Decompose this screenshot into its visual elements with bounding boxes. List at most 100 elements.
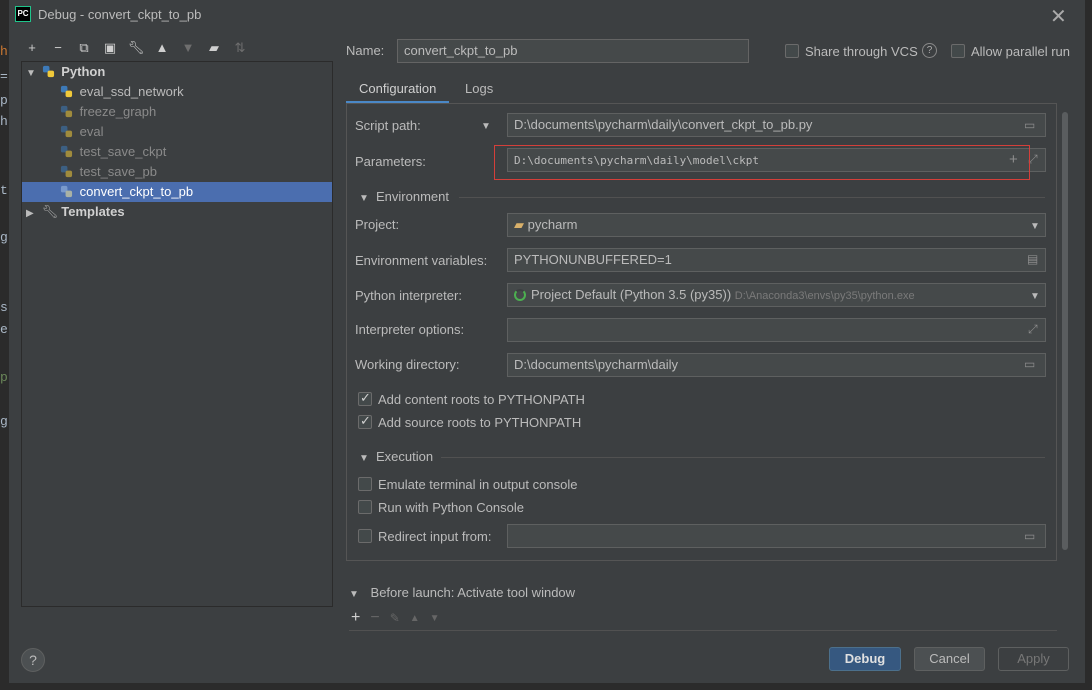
project-select[interactable]: ▰ pycharm: [507, 213, 1046, 237]
debug-button[interactable]: Debug: [829, 647, 901, 671]
tree-item-test-save-pb[interactable]: test_save_pb: [22, 162, 332, 182]
window-title: Debug - convert_ckpt_to_pb: [38, 7, 202, 22]
before-launch-section: ▼ Before launch: Activate tool window: [349, 585, 575, 600]
execution-collapse-icon[interactable]: ▼: [359, 453, 369, 464]
browse-folder-icon[interactable]: ▭: [1024, 118, 1035, 132]
redirect-input-field[interactable]: [507, 524, 1046, 548]
allow-parallel-label: Allow parallel run: [971, 44, 1070, 59]
editor-background-bottom: [0, 683, 1092, 690]
interpreter-path: D:\Anaconda3\envs\py35\python.exe: [734, 290, 915, 302]
python-console-checkbox[interactable]: [358, 500, 372, 514]
vertical-scrollbar[interactable]: [1062, 112, 1068, 550]
remove-icon[interactable]: −: [370, 609, 379, 627]
working-dir-value: D:\documents\pycharm\daily: [514, 357, 679, 372]
share-vcs-checkbox[interactable]: [785, 44, 799, 58]
tree-item-label: convert_ckpt_to_pb: [79, 184, 194, 199]
apply-button[interactable]: Apply: [998, 647, 1069, 671]
tree-item-eval[interactable]: eval: [22, 122, 332, 142]
move-up-icon[interactable]: ▲: [410, 613, 420, 624]
cancel-button[interactable]: Cancel: [914, 647, 985, 671]
configurations-tree: ▼ Python eval_ssd_network freeze_graph e…: [21, 61, 333, 607]
editor-background-left: h = p h t g s e p g: [0, 0, 9, 690]
browse-folder-icon[interactable]: ▭: [1024, 529, 1035, 543]
content-roots-label: Add content roots to PYTHONPATH: [378, 392, 585, 407]
tree-item-label: eval_ssd_network: [79, 84, 184, 99]
expand-field-icon[interactable]: ⤢: [1028, 322, 1038, 337]
tree-item-label: eval: [79, 124, 104, 139]
tree-item-test-save-ckpt[interactable]: test_save_ckpt: [22, 142, 332, 162]
env-vars-value: PYTHONUNBUFFERED=1: [514, 252, 672, 267]
interp-options-field[interactable]: [507, 318, 1046, 342]
remove-icon[interactable]: −: [49, 39, 67, 57]
parameters-label: Parameters:: [355, 154, 426, 169]
help-button[interactable]: ?: [21, 648, 45, 672]
wrench-icon[interactable]: 🔧︎: [127, 39, 145, 57]
tree-item-freeze-graph[interactable]: freeze_graph: [22, 102, 332, 122]
env-vars-label: Environment variables:: [355, 253, 488, 268]
folder-icon[interactable]: ▰: [205, 39, 223, 57]
emulate-terminal-checkbox[interactable]: [358, 477, 372, 491]
python-icon: [60, 165, 73, 178]
tree-node-label: Python: [61, 64, 106, 79]
script-path-dropdown-icon[interactable]: ▼: [481, 121, 491, 132]
help-icon[interactable]: ?: [922, 43, 937, 58]
pycharm-logo-icon: PC: [15, 6, 31, 22]
working-dir-field[interactable]: D:\documents\pycharm\daily: [507, 353, 1046, 377]
script-path-label: Script path:: [355, 118, 421, 133]
content-roots-checkbox[interactable]: [358, 390, 372, 406]
run-debug-configurations-dialog: PC Debug - convert_ckpt_to_pb ✕ + − ⧉ ▣ …: [9, 0, 1085, 683]
chevron-down-icon[interactable]: ▼: [1030, 221, 1040, 232]
before-launch-divider: [349, 630, 1057, 631]
annotation-highlight-box: [494, 145, 1030, 180]
python-icon: [42, 65, 54, 78]
interpreter-select[interactable]: Project Default (Python 3.5 (py35)) D:\A…: [507, 283, 1046, 307]
source-roots-label: Add source roots to PYTHONPATH: [378, 415, 582, 430]
tab-configuration[interactable]: Configuration: [346, 76, 450, 104]
before-launch-collapse-icon[interactable]: ▼: [349, 589, 359, 600]
project-value: pycharm: [527, 217, 578, 232]
share-vcs-label: Share through VCS: [805, 44, 918, 59]
project-folder-icon: ▰: [514, 217, 524, 232]
tree-node-python[interactable]: ▼ Python: [22, 62, 332, 82]
environment-section-title: Environment: [376, 189, 449, 204]
move-down-icon[interactable]: ▼: [430, 613, 440, 624]
loading-spinner-icon: [514, 289, 526, 301]
edit-list-icon[interactable]: ▤: [1027, 252, 1038, 266]
python-icon: [60, 185, 73, 198]
browse-folder-icon[interactable]: ▭: [1024, 357, 1035, 371]
save-icon[interactable]: ▣: [101, 39, 119, 57]
expand-arrow-icon[interactable]: ▼: [26, 64, 38, 84]
python-icon: [60, 85, 73, 98]
add-icon[interactable]: +: [351, 609, 360, 627]
wrench-icon: 🔧︎: [41, 204, 59, 219]
collapse-arrow-icon[interactable]: ▶: [26, 204, 38, 224]
sort-icon[interactable]: ⇅: [231, 39, 249, 57]
python-console-label: Run with Python Console: [378, 500, 524, 515]
move-down-icon[interactable]: ▼: [179, 39, 197, 57]
python-icon: [60, 145, 73, 158]
copy-icon[interactable]: ⧉: [75, 39, 93, 57]
name-input[interactable]: convert_ckpt_to_pb: [397, 39, 749, 63]
section-divider: [441, 457, 1045, 458]
allow-parallel-checkbox[interactable]: [951, 44, 965, 58]
environment-collapse-icon[interactable]: ▼: [359, 193, 369, 204]
tree-item-eval-ssd-network[interactable]: eval_ssd_network: [22, 82, 332, 102]
tab-logs[interactable]: Logs: [452, 76, 506, 104]
tree-node-templates[interactable]: ▶ 🔧︎ Templates: [22, 202, 332, 222]
add-icon[interactable]: +: [23, 39, 41, 57]
tree-item-convert-ckpt-to-pb[interactable]: convert_ckpt_to_pb: [22, 182, 332, 202]
interpreter-label: Python interpreter:: [355, 288, 462, 303]
editor-background-right: [1085, 0, 1092, 690]
script-path-field[interactable]: D:\documents\pycharm\daily\convert_ckpt_…: [507, 113, 1046, 137]
move-up-icon[interactable]: ▲: [153, 39, 171, 57]
edit-icon[interactable]: ✎: [390, 611, 400, 625]
source-roots-checkbox[interactable]: [358, 413, 372, 429]
chevron-down-icon[interactable]: ▼: [1030, 291, 1040, 302]
env-vars-field[interactable]: PYTHONUNBUFFERED=1: [507, 248, 1046, 272]
before-launch-title: Before launch: Activate tool window: [370, 585, 576, 600]
close-icon[interactable]: ✕: [1050, 4, 1067, 29]
tree-toolbar: + − ⧉ ▣ 🔧︎ ▲ ▼ ▰ ⇅: [23, 38, 249, 58]
tree-item-label: freeze_graph: [79, 104, 157, 119]
project-label: Project:: [355, 217, 400, 232]
redirect-input-checkbox[interactable]: [358, 529, 372, 543]
